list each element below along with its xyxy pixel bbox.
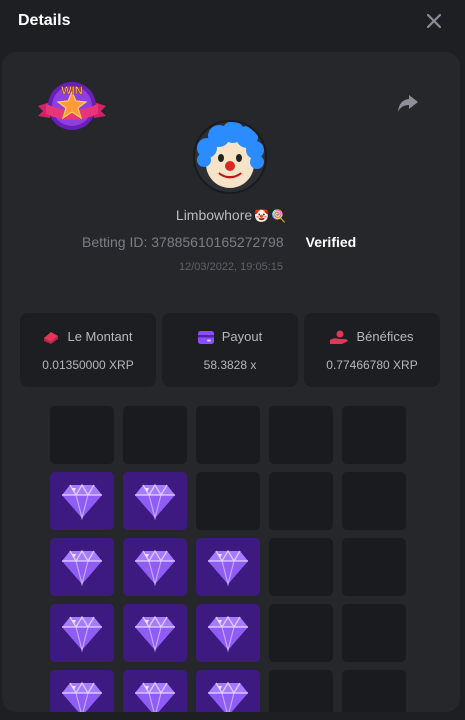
diamond-gem-icon (135, 615, 175, 653)
verified-status: Verified (305, 234, 357, 250)
username[interactable]: Limbowhore (176, 207, 252, 223)
diamond-gem-icon (208, 681, 248, 712)
wallet-card-icon (197, 331, 214, 344)
empty-tile[interactable] (269, 406, 333, 464)
gem-tile[interactable] (196, 604, 260, 662)
gem-tile[interactable] (123, 670, 187, 712)
gem-tile[interactable] (50, 670, 114, 712)
win-badge-icon: WIN (38, 82, 106, 130)
empty-tile[interactable] (269, 538, 333, 596)
gem-tile[interactable] (196, 538, 260, 596)
gem-tile[interactable] (123, 604, 187, 662)
gem-tile[interactable] (196, 670, 260, 712)
empty-tile[interactable] (342, 472, 406, 530)
stat-value-profit: 0.77466780 XRP (326, 358, 418, 372)
gem-tile[interactable] (50, 472, 114, 530)
stat-card-amount: Le Montant 0.01350000 XRP (20, 313, 156, 387)
empty-tile[interactable] (342, 604, 406, 662)
diamond-gem-icon (135, 483, 175, 521)
empty-tile[interactable] (196, 472, 260, 530)
avatar (193, 120, 267, 194)
lollipop-emoji-icon: 🍭 (271, 209, 287, 224)
diamond-gem-icon (208, 549, 248, 587)
empty-tile[interactable] (342, 670, 406, 712)
empty-tile[interactable] (50, 406, 114, 464)
empty-tile[interactable] (269, 670, 333, 712)
modal-header: Details (0, 0, 465, 44)
share-icon[interactable] (396, 92, 420, 114)
stack-coins-icon (44, 332, 59, 344)
gem-tile[interactable] (123, 538, 187, 596)
close-icon[interactable] (424, 11, 444, 31)
diamond-gem-icon (62, 549, 102, 587)
empty-tile[interactable] (196, 406, 260, 464)
gem-tile[interactable] (50, 538, 114, 596)
stat-label-amount: Le Montant (67, 329, 133, 344)
diamond-gem-icon (135, 681, 175, 712)
stat-card-profit: Bénéfices 0.77466780 XRP (304, 313, 440, 387)
details-panel: WIN Limbowhore 🤡 🍭 Betting ID: 37885610165… (2, 52, 460, 712)
badge-text: WIN (61, 85, 82, 97)
username-row: Limbowhore 🤡 🍭 (2, 207, 460, 223)
diamond-gem-icon (135, 549, 175, 587)
diamond-gem-icon (208, 615, 248, 653)
diamond-gem-icon (62, 681, 102, 712)
clown-avatar-icon (197, 122, 264, 188)
gem-tile[interactable] (123, 472, 187, 530)
betting-id-row: Betting ID: 37885610165272798 Verified (82, 234, 460, 250)
modal-title: Details (18, 12, 71, 29)
empty-tile[interactable] (269, 472, 333, 530)
gem-tile[interactable] (50, 604, 114, 662)
hand-coin-icon (330, 330, 349, 344)
bet-timestamp: 12/03/2022, 19:05:15 (179, 261, 283, 273)
empty-tile[interactable] (123, 406, 187, 464)
stat-card-payout: Payout 58.3828 x (162, 313, 298, 387)
stat-value-amount: 0.01350000 XRP (42, 358, 134, 372)
empty-tile[interactable] (342, 538, 406, 596)
diamond-gem-icon (62, 483, 102, 521)
stat-label-profit: Bénéfices (356, 329, 414, 344)
stat-value-payout: 58.3828 x (203, 358, 257, 372)
stat-label-payout: Payout (221, 329, 263, 344)
empty-tile[interactable] (269, 604, 333, 662)
clown-emoji-icon: 🤡 (254, 209, 270, 224)
mines-grid (50, 406, 410, 712)
betting-id: Betting ID: 37885610165272798 (82, 234, 284, 250)
empty-tile[interactable] (342, 406, 406, 464)
diamond-gem-icon (62, 615, 102, 653)
